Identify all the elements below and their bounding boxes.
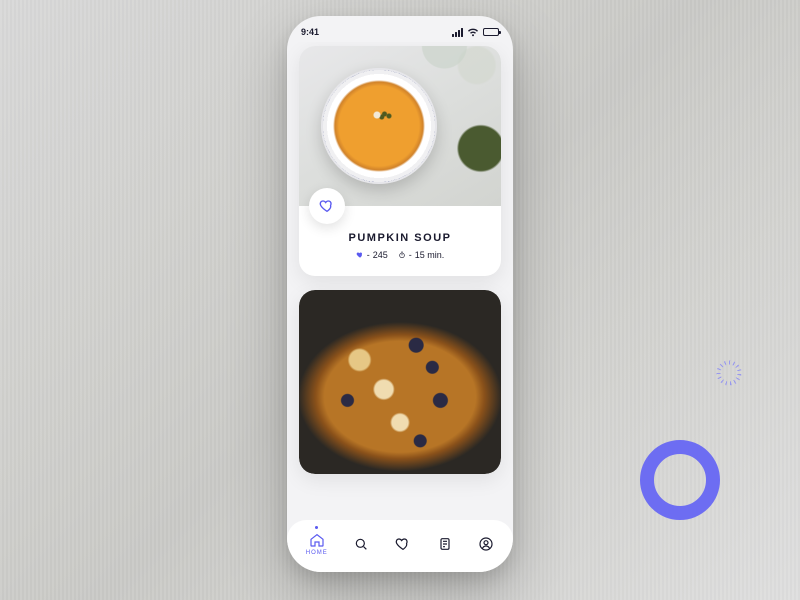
wifi-icon [467, 28, 479, 37]
cellular-signal-icon [452, 28, 463, 37]
heart-outline-icon [395, 536, 411, 552]
tab-bar: HOME [287, 520, 513, 572]
likes-count: 245 [373, 250, 388, 260]
french-toast-illustration [299, 290, 501, 474]
recipe-card-french-toast[interactable] [299, 290, 501, 474]
heart-small-icon [356, 251, 364, 259]
tab-profile[interactable] [478, 536, 494, 552]
status-bar: 9:41 [287, 16, 513, 42]
likes-meta: - 245 [356, 250, 388, 260]
recipe-card-pumpkin-soup[interactable]: PUMPKIN SOUP - 245 - 15 min. [299, 46, 501, 276]
soup-bowl-illustration [321, 68, 437, 184]
recipe-image [299, 46, 501, 206]
decorative-dotted-circle [716, 360, 742, 386]
heart-icon [319, 198, 335, 214]
recipe-title: PUMPKIN SOUP [313, 232, 487, 244]
time-value: 15 min. [415, 250, 445, 260]
recipe-note-icon [437, 536, 453, 552]
recipe-image [299, 290, 501, 474]
search-icon [353, 536, 369, 552]
phone-frame: 9:41 PUMPKIN SOUP - 245 [287, 16, 513, 572]
battery-icon [483, 28, 499, 36]
decorative-ring [640, 440, 720, 520]
tab-recipes[interactable] [437, 536, 453, 552]
user-icon [478, 536, 494, 552]
time-meta: - 15 min. [398, 250, 445, 260]
recipe-meta: - 245 - 15 min. [313, 250, 487, 260]
time-prefix: - [409, 250, 412, 260]
tab-home[interactable]: HOME [306, 532, 328, 556]
status-time: 9:41 [301, 27, 319, 37]
stopwatch-icon [398, 251, 406, 259]
recipe-feed[interactable]: PUMPKIN SOUP - 245 - 15 min. [287, 42, 513, 520]
tab-favorites[interactable] [395, 536, 411, 552]
likes-prefix: - [367, 250, 370, 260]
tab-search[interactable] [353, 536, 369, 552]
home-icon [309, 532, 325, 548]
status-indicators [452, 28, 499, 37]
favorite-button[interactable] [309, 188, 345, 224]
tab-home-label: HOME [306, 550, 328, 556]
